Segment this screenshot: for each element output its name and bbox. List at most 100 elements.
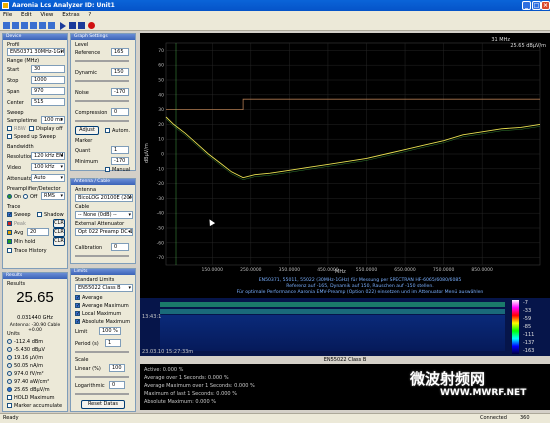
resolution-select[interactable]: 120 kHz EMI bbox=[31, 152, 65, 160]
rbw-checkbox[interactable] bbox=[7, 126, 12, 131]
menu-view[interactable]: View bbox=[40, 12, 53, 18]
reference-input[interactable]: 165 bbox=[111, 48, 129, 56]
minhold-clear-button[interactable]: CLR bbox=[53, 237, 65, 246]
unit-value: -112.4 dBm bbox=[14, 339, 44, 345]
period-slider[interactable] bbox=[75, 351, 129, 353]
absolute-max-checkbox[interactable]: ✓ bbox=[75, 319, 80, 325]
calibration-slider[interactable] bbox=[75, 255, 129, 257]
pause-icon[interactable] bbox=[69, 22, 76, 29]
log-slider[interactable] bbox=[75, 393, 129, 395]
minhold-checkbox[interactable] bbox=[7, 239, 12, 244]
menu-edit[interactable]: Edit bbox=[21, 12, 32, 18]
limit-input[interactable]: 100 % bbox=[99, 327, 121, 335]
detector-select[interactable]: RMS bbox=[41, 192, 65, 200]
spectrum-plot[interactable]: 70 60 50 40 30 20 10 0 -10 -20 -30 -40 -50 -60 -70 150… bbox=[140, 33, 550, 298]
results-panel: Results Results 25.65 0.031440 GHz Anten… bbox=[2, 272, 68, 412]
waterfall-display[interactable]: 13:43:1 23.03.10 15:27:33m -7 -33 -59 -85 -1… bbox=[140, 298, 550, 356]
compression-input[interactable]: 0 bbox=[111, 108, 129, 116]
unit-radio[interactable] bbox=[7, 355, 12, 360]
dynamic-input[interactable]: 150 bbox=[111, 68, 129, 76]
shadow-checkbox[interactable] bbox=[37, 212, 42, 217]
noise-slider[interactable] bbox=[75, 100, 129, 102]
export-icon[interactable] bbox=[30, 22, 37, 29]
average-max-label: Average Maximum bbox=[82, 303, 129, 309]
antenna-select[interactable]: BicoLOG 20100E (20M bbox=[75, 194, 133, 202]
start-input[interactable]: 30 bbox=[31, 65, 65, 73]
status-line: Average over 1 Seconds: 0.000 % bbox=[144, 375, 229, 381]
result-value: 25.65 bbox=[16, 289, 54, 306]
menu-file[interactable]: File bbox=[3, 12, 12, 18]
span-input[interactable]: 970 bbox=[31, 87, 65, 95]
status-bar: Ready Connected 360 bbox=[0, 413, 550, 423]
noise-input[interactable]: -170 bbox=[111, 88, 129, 96]
reset-datas-button[interactable]: Reset Datas bbox=[81, 400, 125, 409]
copy-icon[interactable] bbox=[48, 22, 55, 29]
window-title: Aaronia Lcs Analyzer ID: Unit1 bbox=[12, 2, 115, 9]
period-input[interactable]: 1 bbox=[105, 339, 121, 347]
avg-input[interactable]: 20 bbox=[27, 228, 49, 236]
unit-value: 974.0 fV/m² bbox=[14, 371, 44, 377]
center-input[interactable]: 515 bbox=[31, 98, 65, 106]
profile-select[interactable]: EN50371 30MHz-1GH bbox=[7, 48, 65, 56]
scale-label: -85 bbox=[523, 324, 532, 330]
cable-select[interactable]: -- None (0dB) -- bbox=[75, 211, 133, 219]
y-tick-label: 10 bbox=[158, 137, 164, 143]
marker-accumulate-checkbox[interactable] bbox=[7, 403, 12, 408]
reference-slider[interactable] bbox=[75, 60, 129, 62]
info-line-2: Referenz auf -165, Dynamik auf 150, Raus… bbox=[286, 283, 433, 289]
peak-checkbox[interactable] bbox=[7, 221, 12, 226]
linear-input[interactable]: 100 bbox=[109, 364, 125, 372]
log-input[interactable]: 0 bbox=[109, 381, 125, 389]
maximize-button[interactable]: □ bbox=[532, 1, 541, 10]
minimize-button[interactable]: _ bbox=[522, 1, 531, 10]
compression-slider[interactable] bbox=[75, 120, 129, 122]
hold-max-checkbox[interactable] bbox=[7, 395, 12, 400]
average-checkbox[interactable]: ✓ bbox=[75, 295, 80, 301]
stop-input[interactable]: 1000 bbox=[31, 76, 65, 84]
quant-input[interactable]: 1 bbox=[111, 146, 129, 154]
close-button[interactable]: × bbox=[541, 1, 550, 10]
ext-att-select[interactable]: Opt 022 Preamp DC-1G bbox=[75, 228, 133, 236]
unit-radio[interactable] bbox=[7, 339, 12, 344]
local-max-label: Local Maximum bbox=[82, 311, 122, 317]
y-tick-label: -60 bbox=[157, 240, 164, 246]
unit-radio[interactable] bbox=[7, 363, 12, 368]
menu-help[interactable]: ? bbox=[88, 12, 91, 18]
adjust-button[interactable]: Adjust bbox=[75, 126, 99, 135]
save-icon[interactable] bbox=[21, 22, 28, 29]
video-select[interactable]: 100 kHz bbox=[31, 163, 65, 171]
sampletime-select[interactable]: 100 ms bbox=[41, 116, 65, 124]
calibration-input[interactable]: 0 bbox=[111, 243, 129, 251]
auto-checkbox[interactable] bbox=[105, 128, 110, 133]
peak-clear-button[interactable]: CLR bbox=[53, 219, 65, 228]
standard-limits-select[interactable]: EN55022 Class B bbox=[75, 284, 133, 292]
history-checkbox[interactable] bbox=[7, 248, 12, 253]
menu-extras[interactable]: Extras bbox=[62, 12, 79, 18]
record-icon[interactable] bbox=[88, 22, 95, 29]
avg-clear-button[interactable]: CLR bbox=[53, 228, 65, 237]
y-tick-label: 50 bbox=[158, 78, 164, 84]
unit-radio[interactable] bbox=[7, 379, 12, 384]
minimum-input[interactable]: -170 bbox=[111, 157, 129, 165]
y-tick-label: -40 bbox=[157, 211, 164, 217]
speed-up-checkbox[interactable] bbox=[7, 134, 12, 139]
sweep-trace-checkbox[interactable]: ✓ bbox=[7, 212, 12, 218]
play-icon[interactable] bbox=[60, 22, 66, 30]
unit-radio[interactable] bbox=[7, 371, 12, 376]
local-max-checkbox[interactable]: ✓ bbox=[75, 311, 80, 317]
average-max-checkbox[interactable]: ✓ bbox=[75, 303, 80, 309]
open-icon[interactable] bbox=[12, 22, 19, 29]
preamp-on-radio[interactable] bbox=[7, 194, 12, 199]
display-off-checkbox[interactable] bbox=[29, 126, 34, 131]
unit-radio[interactable] bbox=[7, 387, 12, 392]
new-icon[interactable] bbox=[3, 22, 10, 29]
manual-checkbox[interactable] bbox=[105, 167, 110, 172]
attenuator-select[interactable]: Auto bbox=[31, 174, 65, 182]
dynamic-slider[interactable] bbox=[75, 80, 129, 82]
preamp-off-radio[interactable] bbox=[23, 194, 28, 199]
print-icon[interactable] bbox=[39, 22, 46, 29]
linear-slider[interactable] bbox=[75, 376, 129, 378]
unit-radio[interactable] bbox=[7, 347, 12, 352]
avg-checkbox[interactable] bbox=[7, 230, 12, 235]
stop-icon[interactable] bbox=[78, 22, 85, 29]
